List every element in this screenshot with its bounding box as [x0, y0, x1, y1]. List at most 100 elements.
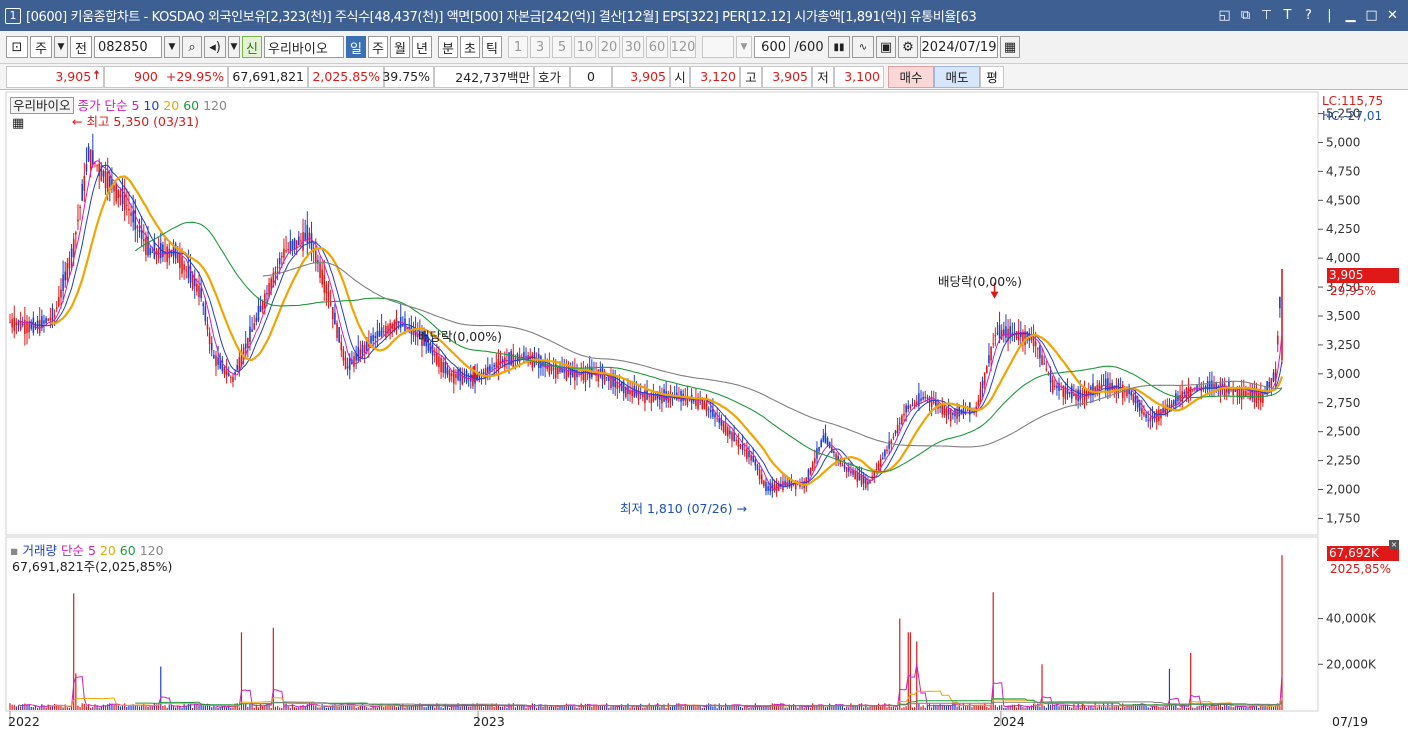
period-year-tab[interactable]: 년: [412, 36, 432, 58]
current-price: 3,905 🠅: [6, 65, 104, 88]
copy-window-icon[interactable]: ⧉: [1238, 8, 1253, 23]
price-tick-label: 3,500: [1326, 309, 1360, 323]
candle-body: [748, 450, 750, 458]
display-count-input[interactable]: 600: [754, 36, 790, 58]
candle-type-icon[interactable]: ▮▮: [828, 36, 850, 58]
interval-20-button[interactable]: 20: [598, 36, 620, 58]
candle-body: [824, 432, 827, 444]
calendar-icon[interactable]: ▦: [1000, 36, 1020, 58]
candle-body: [1017, 330, 1020, 341]
candle-body: [565, 366, 568, 380]
lc-value: LC:115,75: [1322, 94, 1384, 108]
candle-body: [378, 330, 381, 337]
price-panel-name[interactable]: 우리바이오: [10, 97, 74, 114]
candle-body: [491, 367, 493, 369]
price-tick-label: 2,750: [1326, 396, 1360, 410]
candle-body: [493, 364, 495, 367]
interval-custom-input[interactable]: [702, 36, 734, 58]
candle-body: [552, 368, 555, 370]
draw-tool-icon[interactable]: ∿: [852, 36, 874, 58]
candle-body: [981, 380, 984, 389]
candle-body: [996, 333, 999, 335]
interval-30-button[interactable]: 30: [622, 36, 644, 58]
font-icon[interactable]: T: [1280, 8, 1295, 23]
candle-body: [605, 377, 608, 379]
sell-button[interactable]: 매도: [934, 65, 980, 88]
candle-body: [1242, 390, 1245, 397]
window-number-badge[interactable]: 1: [5, 7, 21, 24]
table-view-icon[interactable]: ▦: [12, 116, 24, 131]
candle-body: [1177, 395, 1179, 402]
maximize-icon[interactable]: □: [1364, 8, 1379, 23]
candle-body: [402, 325, 404, 327]
candle-body: [901, 415, 903, 425]
date-input[interactable]: 2024/07/19: [920, 36, 998, 58]
candle-body: [860, 475, 863, 485]
period-month-tab[interactable]: 월: [390, 36, 410, 58]
minimize-icon[interactable]: ▁: [1343, 8, 1358, 23]
candle-body: [264, 293, 266, 309]
period-week-tab[interactable]: 주: [368, 36, 388, 58]
interval-60-button[interactable]: 60: [646, 36, 668, 58]
flat-button[interactable]: 평: [980, 65, 1004, 88]
candle-body: [196, 283, 198, 292]
pin-icon[interactable]: ⊤: [1259, 8, 1274, 23]
code-dropdown-icon[interactable]: ▼: [164, 36, 180, 58]
candle-body: [357, 346, 360, 361]
stock-name-field[interactable]: 우리바이오: [264, 36, 344, 58]
period-type-select[interactable]: 주: [30, 36, 52, 58]
price-tick-label: 5,000: [1326, 135, 1360, 149]
candle-body: [1039, 345, 1041, 359]
candle-body: [1189, 386, 1192, 397]
candle-body: [370, 335, 372, 344]
help-icon[interactable]: ?: [1301, 8, 1316, 23]
candle-body: [361, 345, 364, 354]
hoga-price: 3,905: [612, 65, 670, 88]
candle-body: [992, 343, 994, 345]
candle-body: [809, 467, 812, 475]
interval-3-button[interactable]: 3: [530, 36, 550, 58]
period-tick-tab[interactable]: 틱: [482, 36, 502, 58]
interval-120-button[interactable]: 120: [670, 36, 696, 58]
candle-body: [9, 321, 11, 323]
gear-icon[interactable]: ⚙: [898, 36, 918, 58]
interval-10-button[interactable]: 10: [574, 36, 596, 58]
candle-body: [714, 413, 716, 418]
interval-5-button[interactable]: 5: [552, 36, 572, 58]
save-icon[interactable]: ▣: [876, 36, 896, 58]
chart-area[interactable]: 5,250 5,000 4,750 4,500 4,250 4,000 3,750 3,500…: [0, 90, 1408, 737]
candle-body: [149, 248, 151, 255]
buy-button[interactable]: 매수: [888, 65, 934, 88]
candle-body: [89, 149, 92, 169]
candle-body: [382, 331, 385, 333]
candle-body: [132, 210, 134, 223]
layout-icon[interactable]: ⊡: [6, 36, 28, 58]
chart-canvas[interactable]: 5,2505,0004,7504,5004,2504,0003,7503,500…: [0, 90, 1408, 737]
close-icon[interactable]: ✕: [1385, 8, 1400, 23]
candle-body: [735, 440, 738, 442]
candle-body: [104, 171, 107, 189]
chevron-down-icon[interactable]: ▼: [54, 36, 68, 58]
candle-body: [550, 366, 553, 371]
price-change-value: 900: [134, 69, 158, 84]
candle-body: [525, 356, 527, 358]
candle-body: [854, 471, 856, 480]
volume-pct: 2,025.85%: [308, 65, 384, 88]
speaker-dropdown-icon[interactable]: ▼: [228, 36, 240, 58]
search-icon[interactable]: ⌕: [182, 36, 202, 58]
interval-1-button[interactable]: 1: [508, 36, 528, 58]
candle-body: [181, 256, 183, 274]
jeon-button[interactable]: 전: [70, 36, 92, 58]
period-minute-tab[interactable]: 분: [438, 36, 458, 58]
panel-close-icon[interactable]: ×: [1389, 540, 1399, 550]
speaker-icon[interactable]: ◂): [204, 36, 226, 58]
restore-layout-icon[interactable]: ◱: [1217, 8, 1232, 23]
period-second-tab[interactable]: 초: [460, 36, 480, 58]
candle-body: [750, 455, 752, 461]
period-day-tab[interactable]: 일: [346, 36, 366, 58]
stock-code-input[interactable]: 082850: [94, 36, 162, 58]
candle-body: [722, 422, 725, 433]
candle-body: [726, 427, 729, 437]
interval-dropdown-icon[interactable]: ▼: [736, 36, 752, 58]
price-change: 900 +29.95%: [104, 65, 228, 88]
